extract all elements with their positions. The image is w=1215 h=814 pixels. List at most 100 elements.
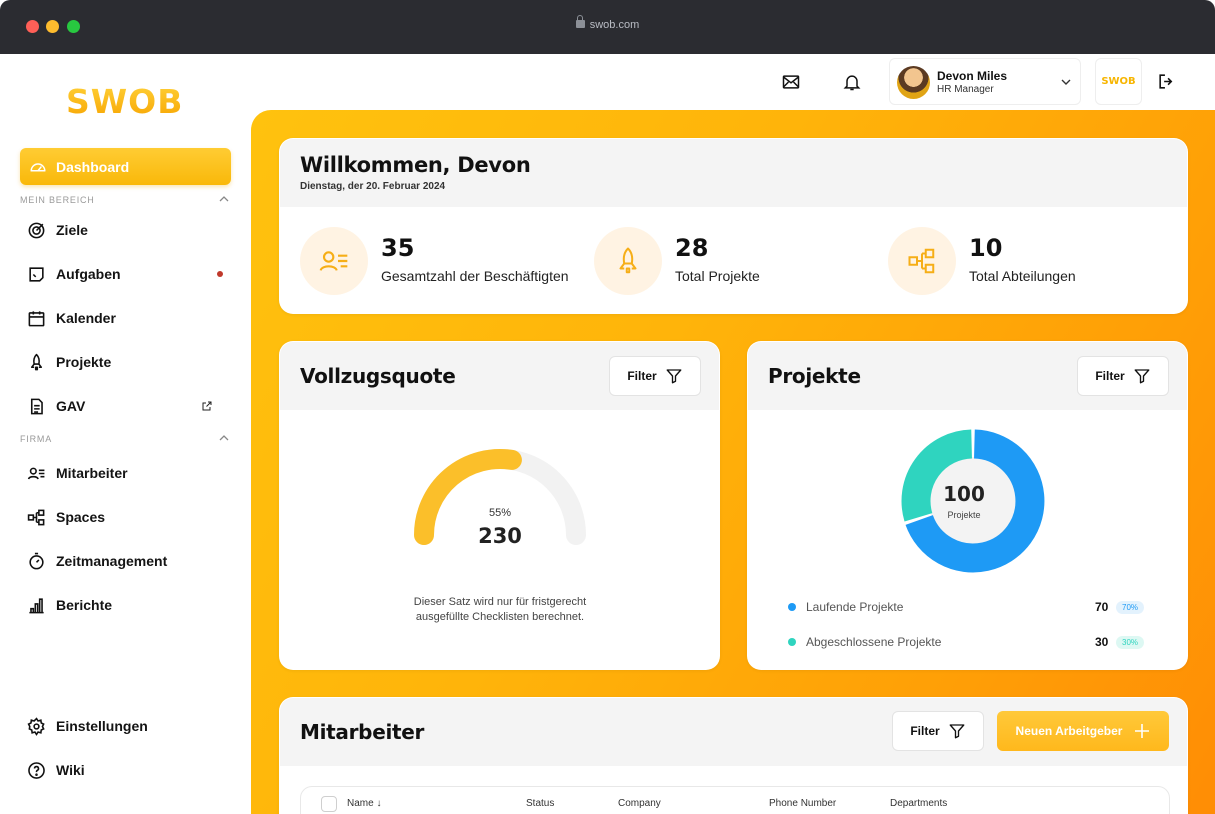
completion-rate-card: Vollzugsquote Filter 55% 230 Dieser Satz… [279,341,720,670]
user-profile-dropdown[interactable]: Devon Miles HR Manager [889,58,1081,105]
sidebar-item-label: Zeitmanagement [56,553,168,569]
projects-card: Projekte Filter 100 Projekte Laufende Pr… [747,341,1188,670]
employees-card: Mitarbeiter Filter Neuen Arbeitgeber Nam… [279,697,1188,814]
sidebar-item-label: Mitarbeiter [56,465,128,481]
plus-icon [1135,724,1150,738]
users-list-icon [27,467,45,479]
sidebar-item-aufgaben[interactable]: Aufgaben [27,262,227,286]
stat-icon-circle [594,227,662,295]
bell-icon[interactable] [842,72,862,92]
section-label-firma: FIRMA [20,434,52,444]
sidebar-item-spaces[interactable]: Spaces [27,505,227,529]
chevron-up-icon[interactable] [219,194,229,204]
users-list-icon [319,251,348,271]
section-label-mein-bereich: MEIN BEREICH [20,195,95,205]
sidebar-item-dashboard[interactable]: Dashboard [20,148,231,185]
external-link-icon [202,401,212,411]
gauge-value: 230 [478,524,522,548]
swob-logo[interactable]: SWOB [66,82,183,121]
card-title: Mitarbeiter [300,720,425,744]
select-all-checkbox[interactable] [321,796,337,812]
hierarchy-icon [908,248,935,274]
company-logo-button[interactable]: SWOB [1095,58,1142,105]
user-name: Devon Miles [937,69,1008,83]
sidebar-item-einstellungen[interactable]: Einstellungen [27,714,227,738]
user-role: HR Manager [937,84,994,95]
filter-label: Filter [910,724,940,738]
chevron-up-icon[interactable] [219,433,229,443]
mail-icon[interactable] [781,72,801,92]
welcome-date: Dienstag, der 20. Februar 2024 [300,181,446,192]
sidebar-item-ziele[interactable]: Ziele [27,218,227,242]
chevron-down-icon [1061,79,1071,85]
sidebar-item-label: Projekte [56,354,112,370]
help-icon [28,761,45,779]
column-header-company[interactable]: Company [618,798,661,809]
sidebar-item-label: Aufgaben [56,266,121,282]
sidebar-item-wiki[interactable]: Wiki [27,758,227,782]
document-icon [30,398,43,414]
stopwatch-icon [29,552,44,569]
sidebar-item-label: Ziele [56,222,88,238]
avatar [897,66,930,99]
stat-value: 28 [675,234,709,262]
sidebar-item-label: Kalender [56,310,116,326]
legend-dot [788,638,796,646]
stat-value: 10 [969,234,1003,262]
sidebar-item-label: Wiki [56,762,85,778]
stat-label: Total Projekte [675,268,760,284]
speedometer-icon [30,162,46,171]
sidebar-item-label: Spaces [56,509,106,525]
stat-label: Total Abteilungen [969,268,1076,284]
legend-percent-badge: 30% [1116,635,1145,649]
legend-label: Laufende Projekte [806,600,904,614]
legend-item-running: Laufende Projekte 70 70% [788,597,1148,617]
add-employer-label: Neuen Arbeitgeber [1015,724,1123,738]
sidebar-item-projekte[interactable]: Projekte [27,350,227,374]
column-header-departments[interactable]: Departments [890,798,947,809]
calendar-icon [28,310,45,326]
target-icon [28,222,45,238]
gauge-percent: 55% [488,507,512,519]
sidebar-item-label: Berichte [56,597,113,613]
filter-button[interactable]: Filter [892,711,984,751]
employees-table: Name ↓ Status Company Phone Number Depar… [300,786,1170,814]
legend-percent-badge: 70% [1116,600,1145,614]
logout-icon[interactable] [1157,72,1176,91]
sidebar-item-label: Dashboard [56,158,130,175]
stat-label: Gesamtzahl der Beschäftigten [381,268,569,284]
stat-icon-circle [300,227,368,295]
legend-count: 30 [1095,635,1109,649]
sidebar-item-label: GAV [56,398,86,414]
address-bar[interactable]: swob.com [0,15,1215,31]
funnel-icon [949,724,965,739]
donut-total-label: Projekte [947,510,981,520]
gauge-note: Dieser Satz wird nur für fristgerecht au… [413,596,587,623]
sidebar-item-kalender[interactable]: Kalender [27,306,227,330]
legend-dot [788,603,796,611]
bar-chart-icon [29,597,44,613]
rocket-icon [619,247,637,274]
column-header-name[interactable]: Name ↓ [347,798,381,809]
notification-dot [217,271,223,277]
column-header-status[interactable]: Status [526,798,554,809]
sort-arrow-icon: ↓ [376,798,382,809]
tasks-icon [29,266,44,282]
hierarchy-icon [27,509,45,525]
sidebar-item-berichte[interactable]: Berichte [27,593,227,617]
rocket-icon [30,353,43,370]
welcome-card: Willkommen, Devon Dienstag, der 20. Febr… [279,138,1188,314]
legend-label: Abgeschlossene Projekte [806,635,942,649]
sidebar-item-gav[interactable]: GAV [27,394,227,418]
add-employer-button[interactable]: Neuen Arbeitgeber [997,711,1169,751]
url-text: swob.com [589,19,640,31]
sidebar-item-label: Einstellungen [56,718,148,734]
sidebar-item-zeitmanagement[interactable]: Zeitmanagement [27,549,227,573]
stat-icon-circle [888,227,956,295]
legend-count: 70 [1095,600,1109,614]
lock-icon [575,15,585,28]
donut-total: 100 [943,482,985,506]
column-header-phone[interactable]: Phone Number [769,798,836,809]
sidebar-item-mitarbeiter[interactable]: Mitarbeiter [27,461,227,485]
legend-item-completed: Abgeschlossene Projekte 30 30% [788,632,1148,652]
